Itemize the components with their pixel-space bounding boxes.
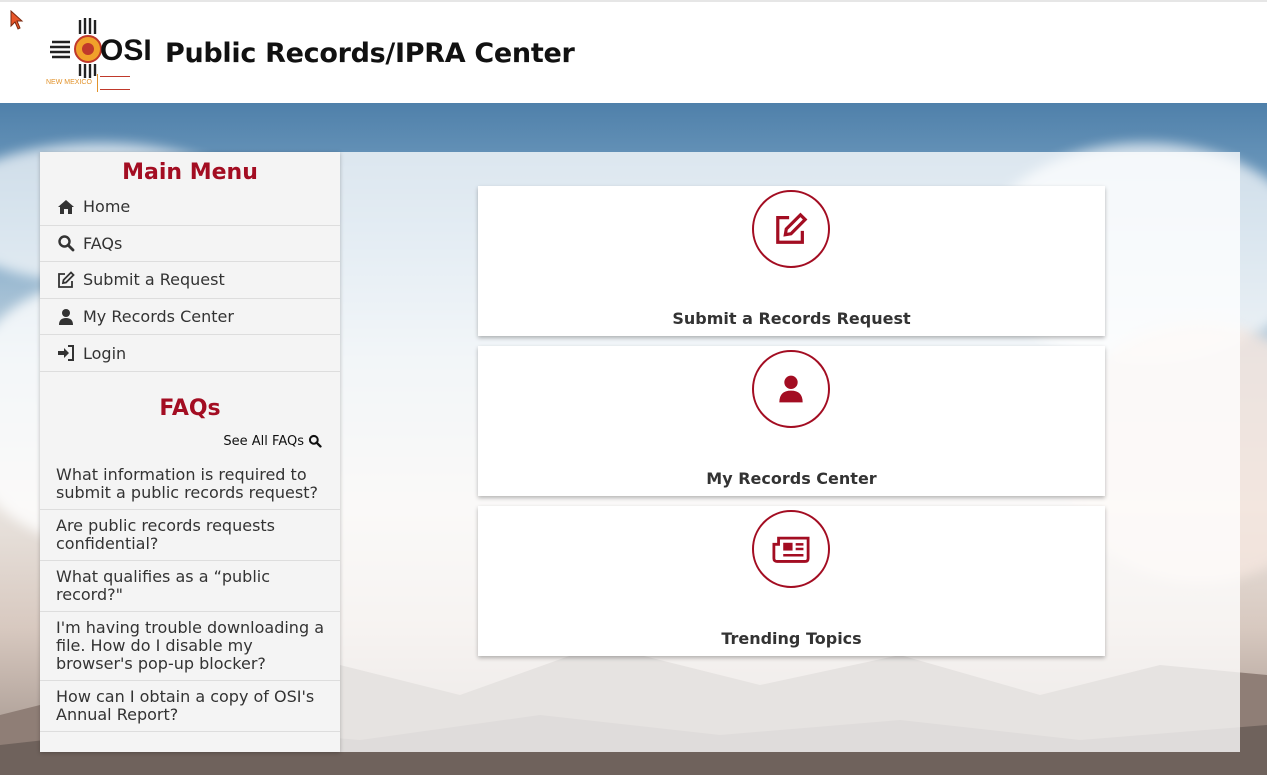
search-icon <box>308 434 322 449</box>
card-label: Submit a Records Request <box>672 309 911 328</box>
see-all-faqs-label: See All FAQs <box>223 433 304 449</box>
faq-list: What information is required to submit a… <box>40 459 340 732</box>
menu-item-label: Home <box>83 197 131 217</box>
mouse-cursor-icon <box>10 10 24 30</box>
search-icon <box>57 234 75 252</box>
submit-records-request-card[interactable]: Submit a Records Request <box>478 186 1105 336</box>
menu-item-my-records-center[interactable]: My Records Center <box>40 299 340 336</box>
faq-item[interactable]: How can I obtain a copy of OSI's Annual … <box>40 681 340 732</box>
main-menu: Home FAQs Submit a Request My Records Ce… <box>40 189 340 372</box>
menu-item-home[interactable]: Home <box>40 189 340 226</box>
main-menu-title: Main Menu <box>122 160 258 185</box>
menu-item-login[interactable]: Login <box>40 335 340 372</box>
osi-logo[interactable]: OSI NEW MEXICO <box>44 16 152 94</box>
site-header: OSI NEW MEXICO Public Records/IPRA Cente… <box>0 0 1267 103</box>
user-icon <box>57 308 75 326</box>
newspaper-icon <box>772 536 810 563</box>
sidebar: Main Menu Home FAQs Submit a Request My … <box>40 152 340 752</box>
menu-item-label: FAQs <box>83 233 123 253</box>
menu-item-label: Submit a Request <box>83 270 225 290</box>
faqs-title: FAQs <box>159 395 221 421</box>
edit-icon <box>776 212 808 244</box>
menu-item-faqs[interactable]: FAQs <box>40 226 340 263</box>
user-icon <box>779 375 803 403</box>
faq-item[interactable]: What qualifies as a “public record?" <box>40 561 340 612</box>
menu-item-submit-request[interactable]: Submit a Request <box>40 262 340 299</box>
logo-divider <box>97 74 98 92</box>
faq-item[interactable]: I'm having trouble downloading a file. H… <box>40 612 340 681</box>
faq-item[interactable]: What information is required to submit a… <box>40 459 340 510</box>
card-label: My Records Center <box>706 469 877 488</box>
my-records-center-card[interactable]: My Records Center <box>478 346 1105 496</box>
card-label: Trending Topics <box>721 629 862 648</box>
see-all-faqs-link[interactable]: See All FAQs <box>40 434 340 449</box>
card-icon-circle <box>752 190 830 268</box>
sign-in-icon <box>57 344 75 362</box>
edit-icon <box>57 271 75 289</box>
page-title: Public Records/IPRA Center <box>165 38 575 69</box>
logo-subtext: NEW MEXICO <box>46 79 92 86</box>
card-icon-circle <box>752 510 830 588</box>
card-icon-circle <box>752 350 830 428</box>
faq-item[interactable]: Are public records requests confidential… <box>40 510 340 561</box>
logo-agency-lines <box>100 76 130 90</box>
menu-item-label: Login <box>83 343 127 363</box>
trending-topics-card[interactable]: Trending Topics <box>478 506 1105 656</box>
menu-item-label: My Records Center <box>83 307 234 327</box>
logo-text: OSI <box>100 34 152 67</box>
home-icon <box>57 198 75 216</box>
